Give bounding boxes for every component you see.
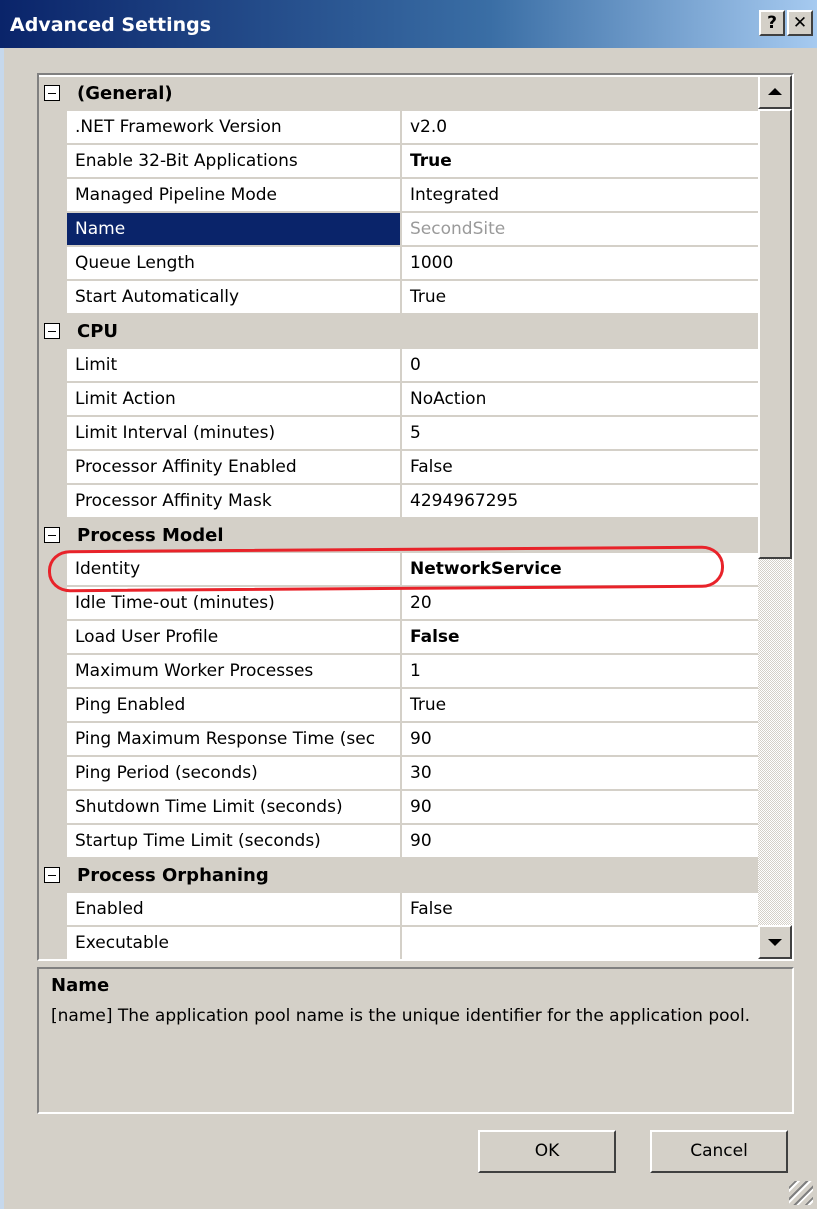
property-row[interactable]: Enable 32-Bit Applications True <box>39 145 760 179</box>
property-value[interactable]: v2.0 <box>402 111 760 144</box>
property-value[interactable] <box>402 927 760 959</box>
property-name[interactable]: Executable <box>67 927 401 959</box>
property-name[interactable]: Ping Maximum Response Time (sec <box>67 723 401 756</box>
property-name[interactable]: Limit Action <box>67 383 401 416</box>
collapse-icon[interactable] <box>44 867 60 883</box>
property-row[interactable]: Maximum Worker Processes 1 <box>39 655 760 689</box>
property-name[interactable]: Enabled <box>67 893 401 926</box>
category-row[interactable]: Process Model <box>39 519 760 553</box>
property-row[interactable]: Managed Pipeline Mode Integrated <box>39 179 760 213</box>
property-row[interactable]: Limit 0 <box>39 349 760 383</box>
title-bar: Advanced Settings ? ✕ <box>0 0 817 48</box>
scroll-up-button[interactable] <box>758 75 792 109</box>
resize-grip-icon[interactable] <box>789 1181 813 1205</box>
property-value[interactable]: 90 <box>402 791 760 824</box>
window-border <box>0 48 4 1209</box>
property-name[interactable]: Enable 32-Bit Applications <box>67 145 401 178</box>
property-row[interactable]: Queue Length 1000 <box>39 247 760 281</box>
property-name[interactable]: Maximum Worker Processes <box>67 655 401 688</box>
property-row[interactable]: Start Automatically True <box>39 281 760 315</box>
vertical-scrollbar[interactable] <box>758 75 792 959</box>
cancel-button[interactable]: Cancel <box>650 1130 788 1173</box>
property-row[interactable]: Ping Maximum Response Time (sec 90 <box>39 723 760 757</box>
category-label: Process Orphaning <box>77 865 269 886</box>
property-row[interactable]: Shutdown Time Limit (seconds) 90 <box>39 791 760 825</box>
property-value[interactable]: Integrated <box>402 179 760 212</box>
property-row[interactable]: Limit Interval (minutes) 5 <box>39 417 760 451</box>
property-row[interactable]: Ping Period (seconds) 30 <box>39 757 760 791</box>
property-name[interactable]: Ping Period (seconds) <box>67 757 401 790</box>
description-text: [name] The application pool name is the … <box>51 1006 751 1026</box>
description-title: Name <box>51 975 110 996</box>
property-value[interactable]: 4294967295 <box>402 485 760 518</box>
property-row[interactable]: Startup Time Limit (seconds) 90 <box>39 825 760 859</box>
category-row[interactable]: Process Orphaning <box>39 859 760 893</box>
property-name[interactable]: Identity <box>67 553 401 586</box>
property-value[interactable]: NetworkService <box>402 553 760 586</box>
collapse-icon[interactable] <box>44 323 60 339</box>
property-row[interactable]: Executable <box>39 927 760 959</box>
property-value[interactable]: 90 <box>402 723 760 756</box>
property-name[interactable]: Load User Profile <box>67 621 401 654</box>
category-label: Process Model <box>77 525 224 546</box>
window-title: Advanced Settings <box>10 14 212 36</box>
collapse-icon[interactable] <box>44 527 60 543</box>
property-value[interactable]: SecondSite <box>402 213 760 246</box>
property-name[interactable]: .NET Framework Version <box>67 111 401 144</box>
help-button[interactable]: ? <box>759 10 785 36</box>
category-label: CPU <box>77 321 119 342</box>
property-row[interactable]: Enabled False <box>39 893 760 927</box>
property-value[interactable]: False <box>402 621 760 654</box>
property-value[interactable]: 1 <box>402 655 760 688</box>
property-name[interactable]: Name <box>67 213 401 246</box>
property-row[interactable]: Limit Action NoAction <box>39 383 760 417</box>
property-name[interactable]: Limit <box>67 349 401 382</box>
property-value[interactable]: 1000 <box>402 247 760 280</box>
property-row[interactable]: Processor Affinity Mask 4294967295 <box>39 485 760 519</box>
property-name[interactable]: Ping Enabled <box>67 689 401 722</box>
property-row[interactable]: Processor Affinity Enabled False <box>39 451 760 485</box>
ok-button[interactable]: OK <box>478 1130 616 1173</box>
category-row[interactable]: CPU <box>39 315 760 349</box>
property-name[interactable]: Processor Affinity Mask <box>67 485 401 518</box>
property-name[interactable]: Managed Pipeline Mode <box>67 179 401 212</box>
property-value[interactable]: 90 <box>402 825 760 858</box>
property-value[interactable]: 5 <box>402 417 760 450</box>
property-grid: (General) .NET Framework Version v2.0 Enabl… <box>37 73 794 961</box>
property-value[interactable]: 30 <box>402 757 760 790</box>
property-row[interactable]: Name SecondSite <box>39 213 760 247</box>
property-value[interactable]: NoAction <box>402 383 760 416</box>
property-row[interactable]: Ping Enabled True <box>39 689 760 723</box>
property-value[interactable]: False <box>402 893 760 926</box>
property-value[interactable]: 20 <box>402 587 760 620</box>
property-row[interactable]: Identity NetworkService <box>39 553 760 587</box>
property-name[interactable]: Shutdown Time Limit (seconds) <box>67 791 401 824</box>
property-value[interactable]: True <box>402 281 760 314</box>
property-name[interactable]: Start Automatically <box>67 281 401 314</box>
property-name[interactable]: Processor Affinity Enabled <box>67 451 401 484</box>
property-row[interactable]: Load User Profile False <box>39 621 760 655</box>
scroll-down-button[interactable] <box>758 925 792 959</box>
arrow-up-icon <box>768 88 782 95</box>
property-name[interactable]: Idle Time-out (minutes) <box>67 587 401 620</box>
property-name[interactable]: Limit Interval (minutes) <box>67 417 401 450</box>
property-name[interactable]: Startup Time Limit (seconds) <box>67 825 401 858</box>
arrow-down-icon <box>768 939 782 946</box>
property-rows: (General) .NET Framework Version v2.0 Enabl… <box>39 77 760 959</box>
property-row[interactable]: Idle Time-out (minutes) 20 <box>39 587 760 621</box>
category-label: (General) <box>77 83 173 104</box>
property-row[interactable]: .NET Framework Version v2.0 <box>39 111 760 145</box>
close-button[interactable]: ✕ <box>787 10 813 36</box>
property-value[interactable]: 0 <box>402 349 760 382</box>
property-name[interactable]: Queue Length <box>67 247 401 280</box>
category-row[interactable]: (General) <box>39 77 760 111</box>
collapse-icon[interactable] <box>44 85 60 101</box>
description-panel: Name [name] The application pool name is… <box>37 967 794 1114</box>
property-value[interactable]: False <box>402 451 760 484</box>
property-value[interactable]: True <box>402 689 760 722</box>
scroll-thumb[interactable] <box>758 109 792 559</box>
property-value[interactable]: True <box>402 145 760 178</box>
